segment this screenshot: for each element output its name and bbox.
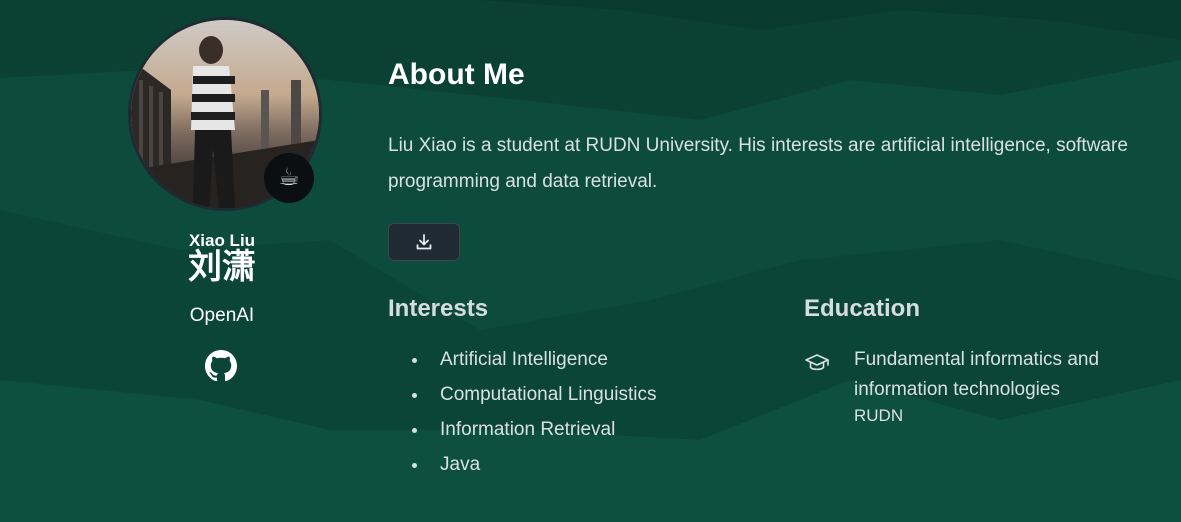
profile-name-zh: 刘潇: [188, 247, 256, 287]
interest-item: Java: [412, 447, 657, 482]
coffee-icon: ☕: [278, 164, 300, 191]
github-icon: [205, 350, 237, 382]
download-icon: [416, 234, 432, 250]
education-course: Fundamental informatics and information …: [854, 349, 1100, 400]
interest-item: Computational Linguistics: [412, 377, 657, 412]
education-institution: RUDN: [854, 406, 904, 425]
about-bio: Liu Xiao is a student at RUDN University…: [388, 135, 1128, 192]
interest-item: Artificial Intelligence: [412, 342, 657, 377]
interest-item: Information Retrieval: [412, 412, 657, 447]
education-heading: Education: [804, 295, 921, 322]
graduation-cap-icon: [805, 354, 829, 371]
coffee-badge: ☕: [264, 153, 314, 203]
interests-list: Artificial Intelligence Computational Li…: [412, 342, 657, 482]
profile-organization: OpenAI: [189, 305, 255, 326]
about-title: About Me: [388, 58, 525, 91]
interests-heading: Interests: [388, 295, 489, 322]
download-cv-button[interactable]: [388, 223, 460, 261]
avatar-container: ☕: [128, 17, 322, 211]
github-link[interactable]: [205, 350, 237, 382]
